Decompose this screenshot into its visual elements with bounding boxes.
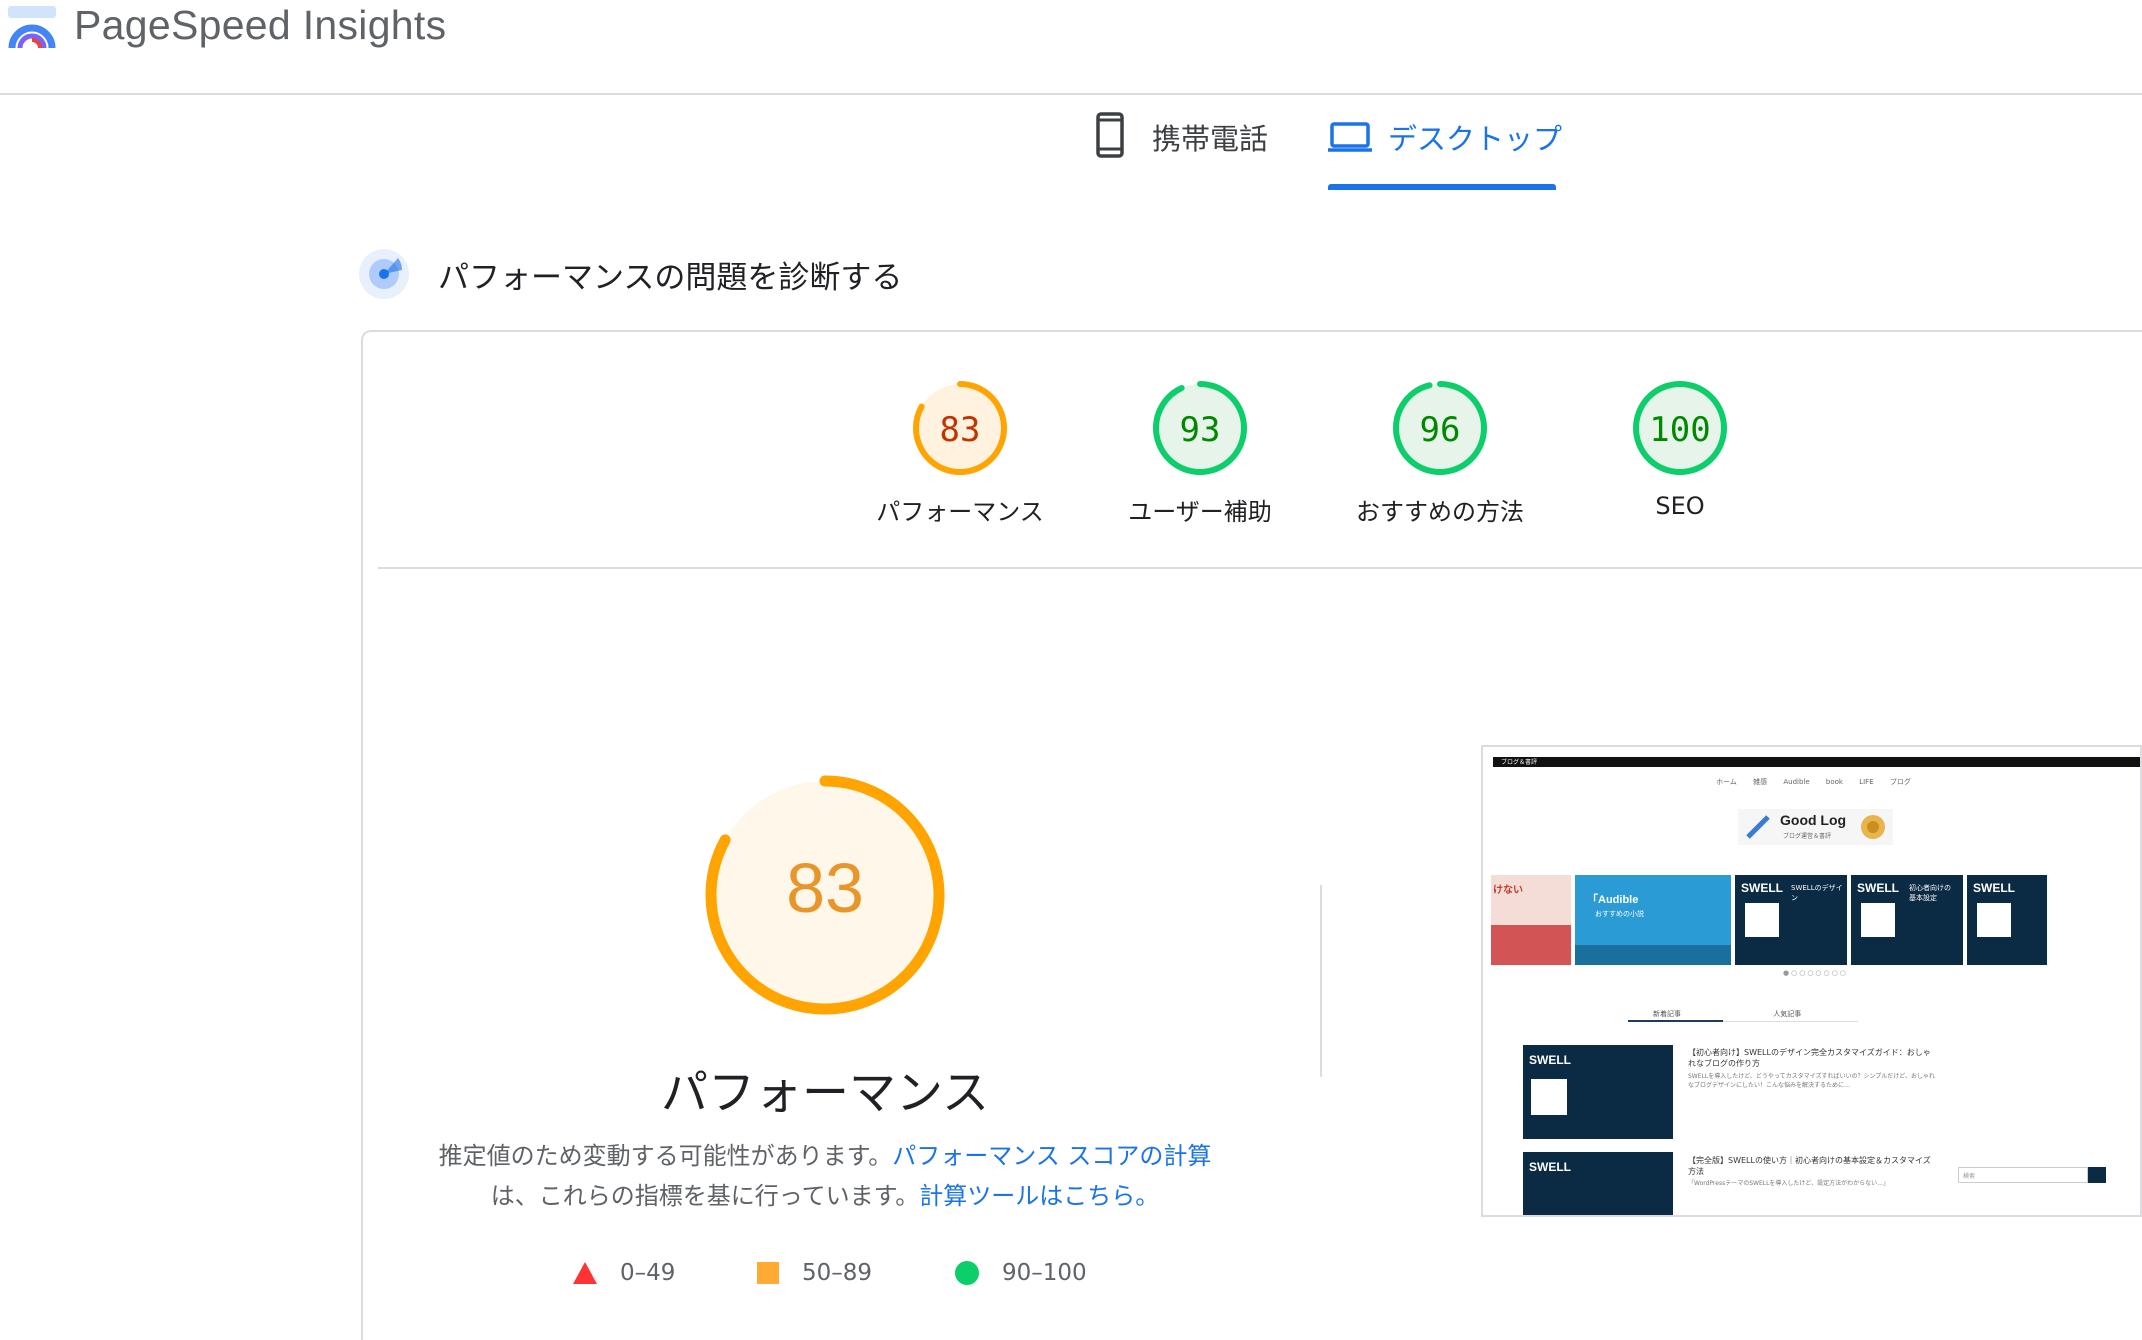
tab-desktop-label: デスクトップ [1388, 122, 1563, 156]
slide-title: SWELL [1857, 881, 1899, 895]
score-label: パフォーマンス [876, 498, 1044, 526]
legend-range: 0–49 [620, 1260, 676, 1286]
thumb-carousel: けない 「Audible おすすめの小説 SWELL SWELLのデザイン SW… [1491, 875, 2140, 965]
post-excerpt: SWELLを導入したけど、どうやってカスタマイズすればいいの？シンプルだけど、お… [1688, 1073, 1935, 1089]
post-title[interactable]: 【完全版】SWELLの使い方｜初心者向けの基本設定＆カスタマイズ方法 [1688, 1155, 1938, 1177]
score-calculation-link[interactable]: パフォーマンス スコアの計算 [892, 1142, 1211, 1170]
thumb-site-tag: ブログ＆書評 [1501, 759, 1538, 766]
section-title: パフォーマンスの問題を診断する [438, 260, 903, 296]
lighthouse-icon [359, 249, 409, 299]
thumb-search-button[interactable] [2088, 1167, 2106, 1183]
active-tab-indicator [1328, 184, 1556, 190]
tab-desktop[interactable]: デスクトップ [1328, 110, 1638, 192]
score-value: 96 [1419, 410, 1461, 450]
thumb-logo-title: Good Log [1780, 812, 1847, 828]
slide-title: 「Audible [1587, 894, 1639, 906]
carousel-slide: 「Audible おすすめの小説 [1575, 875, 1731, 965]
post-thumb-text: SWELL [1529, 1053, 1571, 1067]
legend-average: 50–89 [756, 1256, 872, 1290]
carousel-slide: SWELL 初心者向けの 基本設定 [1851, 875, 1963, 965]
thumb-logo-sub: ブログ運営＆書評 [1783, 833, 1832, 840]
thumb-nav: ホーム 雑感 Audible book LIFE ブログ [1716, 778, 1911, 786]
app-header: PageSpeed Insights [0, 0, 2142, 95]
carousel-dots[interactable]: ●○○○○○○○ [1783, 969, 1848, 977]
slide-title: SWELL [1741, 881, 1783, 895]
thumb-tab-popular[interactable]: 人気記事 [1773, 1010, 1801, 1018]
score-value: 100 [1649, 410, 1711, 450]
score-gauge-seo[interactable]: 100 SEO [1580, 378, 1780, 520]
red-triangle-icon [573, 1262, 597, 1284]
post-thumbnail[interactable]: SWELL [1523, 1152, 1673, 1215]
thumb-search-input[interactable]: 検索 [1958, 1167, 2088, 1183]
summary-divider [378, 567, 2142, 569]
carousel-slide: SWELL [1967, 875, 2047, 965]
mobile-phone-icon [1096, 112, 1124, 158]
tab-mobile-label: 携帯電話 [1152, 122, 1269, 156]
thumb-topbar [1493, 757, 2140, 767]
slide-title: けない [1493, 885, 1523, 896]
post-excerpt: 「WordPressテーマのSWELLを導入したけど、設定方法がわからない…」 [1688, 1180, 1890, 1187]
tab-mobile[interactable]: 携帯電話 [1090, 110, 1330, 192]
calculator-link[interactable]: 計算ツールはこちら。 [919, 1182, 1159, 1210]
laptop-icon [1328, 122, 1372, 152]
score-gauge-accessibility[interactable]: 93 ユーザー補助 [1100, 378, 1300, 527]
post-thumbnail[interactable]: SWELL [1523, 1045, 1673, 1139]
vertical-divider [1320, 885, 1322, 1077]
green-circle-icon [955, 1261, 979, 1285]
thumb-tabline-active [1628, 1020, 1723, 1022]
carousel-slide: SWELL SWELLのデザイン [1735, 875, 1847, 965]
performance-title: パフォーマンス [660, 1066, 990, 1121]
final-screenshot-thumbnail[interactable]: ブログ＆書評 ホーム 雑感 Audible book LIFE ブログ Good… [1481, 745, 2142, 1217]
score-label: おすすめの方法 [1356, 498, 1524, 526]
desc-text: は、これらの指標を基に行っています。 [490, 1182, 920, 1210]
score-label: ユーザー補助 [1128, 498, 1272, 526]
orange-square-icon [757, 1262, 779, 1284]
score-label: SEO [1655, 492, 1705, 520]
score-gauge-performance[interactable]: 83 パフォーマンス [860, 378, 1060, 527]
desc-text: 推定値のため変動する可能性があります。 [438, 1142, 893, 1170]
pagespeed-gauge-icon[interactable] [6, 4, 58, 54]
legend-range: 50–89 [802, 1260, 873, 1286]
performance-description: 推定値のため変動する可能性があります。パフォーマンス スコアの計算は、これらの指… [420, 1136, 1230, 1216]
performance-big-score: 83 [786, 849, 864, 927]
app-title[interactable]: PageSpeed Insights [74, 2, 446, 49]
legend-range: 90–100 [1002, 1260, 1087, 1286]
legend-pass: 90–100 [954, 1256, 1087, 1290]
carousel-slide: けない [1491, 875, 1571, 965]
slide-sub: おすすめの小説 [1595, 910, 1644, 918]
thumb-post-tabs: 新着記事 人気記事 [1633, 1009, 1801, 1019]
score-gauge-best-practices[interactable]: 96 おすすめの方法 [1340, 378, 1540, 527]
legend-fail: 0–49 [572, 1256, 675, 1290]
slide-sub: SWELLのデザイン [1791, 884, 1843, 902]
post-thumb-text: SWELL [1529, 1160, 1571, 1174]
thumb-tab-new[interactable]: 新着記事 [1653, 1010, 1681, 1018]
score-value: 83 [939, 410, 981, 450]
score-value: 93 [1179, 410, 1221, 450]
slide-title: SWELL [1973, 881, 2015, 895]
slide-sub: 初心者向けの 基本設定 [1909, 884, 1951, 902]
post-title[interactable]: 【初心者向け】SWELLのデザイン完全カスタマイズガイド：おしゃれなブログの作り… [1688, 1047, 1938, 1069]
